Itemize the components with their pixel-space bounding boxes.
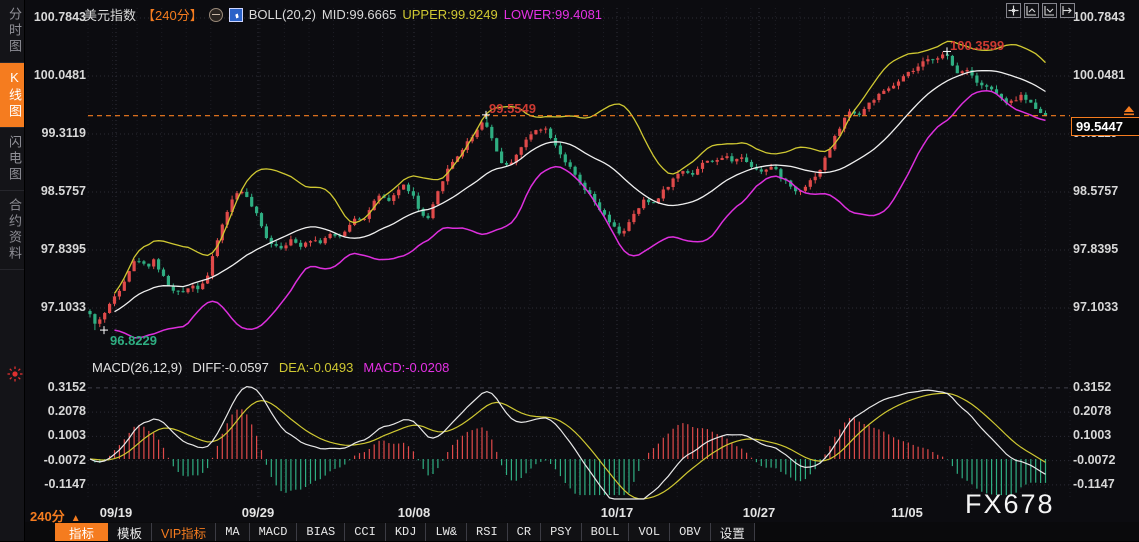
chart-type-icon[interactable] [228, 7, 243, 22]
toolbar-item-lw[interactable]: LW& [426, 523, 468, 541]
trading-app-window: { "header": { "title": "美元指数", "timefram… [0, 0, 1139, 541]
price-axis-label: 100.7843 [33, 10, 86, 24]
macd-macd-value: MACD:-0.0208 [363, 360, 450, 375]
sidebar-item-contract-info[interactable]: 合约资料 [0, 191, 24, 270]
timeframe-label[interactable]: 【240分】 [142, 5, 203, 24]
toolbar-item-cr[interactable]: CR [507, 523, 542, 541]
macd-axis-label: -0.1147 [1073, 476, 1115, 491]
price-axis-label: 100.0481 [33, 67, 86, 82]
macd-axis-label: 0.3152 [47, 379, 86, 394]
toolbar-item-macd[interactable]: MACD [249, 523, 298, 541]
boll-upper-value: UPPER:99.9249 [402, 7, 498, 22]
boll-mid-value: MID:99.6665 [321, 7, 397, 22]
toolbar-item-kdj[interactable]: KDJ [385, 523, 427, 541]
axis-zoom-left-icon[interactable] [1024, 3, 1039, 18]
macd-axis-label: -0.0072 [1073, 452, 1116, 467]
sidebar-item-kline-chart[interactable]: K线图 [0, 63, 24, 128]
macd-axis-label: 0.3152 [1073, 379, 1112, 394]
date-axis-label: 10/08 [397, 505, 431, 520]
price-axis-label: 99.3119 [41, 125, 87, 140]
macd-axis-label: -0.0072 [43, 452, 86, 467]
price-axis-label: 100.0481 [1073, 67, 1126, 82]
price-axis-label: 97.1033 [1073, 299, 1119, 314]
macd-dea-value: DEA:-0.0493 [278, 360, 354, 375]
price-axis-label: 97.1033 [40, 299, 86, 314]
chart-header: 美元指数 【240分】 BOLL(20,2) MID:99.6665 UPPER… [84, 5, 602, 24]
price-axis-label: 97.8395 [1073, 241, 1119, 256]
macd-label: MACD(26,12,9) [92, 360, 183, 375]
restore-view-icon[interactable] [1060, 3, 1075, 18]
sidebar-item-flash-chart[interactable]: 闪电图 [0, 128, 24, 191]
low-price-annotation: 96.8229 [110, 333, 157, 348]
boll-lower-value: LOWER:99.4081 [503, 7, 603, 22]
chart-tools [1006, 3, 1075, 18]
price-axis-label: 100.7843 [1073, 10, 1126, 24]
toolbar-item-settings[interactable]: 设置 [710, 523, 755, 541]
date-axis-label: 09/19 [99, 505, 133, 520]
macd-axis-label: 0.2078 [47, 404, 86, 419]
symbol-title: 美元指数 [84, 8, 137, 23]
indicator-toolbar: 指标 模板 VIP指标 MA MACD BIAS CCI KDJ LW& RSI… [55, 523, 755, 541]
toolbar-item-rsi[interactable]: RSI [467, 523, 508, 541]
macd-header: MACD(26,12,9) DIFF:-0.0597 DEA:-0.0493 M… [92, 360, 449, 375]
toolbar-item-obv[interactable]: OBV [670, 523, 711, 541]
toolbar-item-psy[interactable]: PSY [541, 523, 582, 541]
toolbar-item-boll[interactable]: BOLL [581, 523, 630, 541]
date-axis-label: 11/05 [891, 505, 923, 520]
price-axis-label: 97.8395 [40, 241, 86, 256]
collapse-icon[interactable] [208, 7, 223, 22]
toolbar-item-templates[interactable]: 模板 [108, 523, 153, 541]
timeframe-badge-label: 240分 [30, 509, 65, 524]
sidebar-item-time-chart[interactable]: 分时图 [0, 0, 24, 63]
toolbar-item-indicators[interactable]: 指标 [55, 523, 109, 541]
macd-axis-label: -0.1147 [44, 476, 86, 491]
macd-axis-label: 0.1003 [47, 428, 86, 443]
boll-label: BOLL(20,2) [248, 7, 316, 22]
date-axis-label: 10/27 [742, 505, 776, 520]
price-axis-label: 98.5757 [1073, 183, 1119, 198]
toolbar-item-bias[interactable]: BIAS [297, 523, 346, 541]
swing-high-annotation: 99.5549 [489, 101, 536, 116]
axis-zoom-right-icon[interactable] [1042, 3, 1057, 18]
alert-dot-icon[interactable] [7, 366, 23, 382]
toolbar-item-ma[interactable]: MA [216, 523, 250, 541]
watermark: FX678 [965, 489, 1055, 519]
candlestick-chart[interactable] [0, 0, 1139, 541]
macd-axis-label: 0.2078 [1073, 404, 1112, 419]
macd-diff-value: DIFF:-0.0597 [192, 360, 269, 375]
price-axis-label: 98.5757 [40, 183, 86, 198]
left-sidebar: 分时图 K线图 闪电图 合约资料 [0, 0, 25, 541]
toolbar-item-cci[interactable]: CCI [345, 523, 386, 541]
date-axis-label: 09/29 [241, 505, 275, 520]
pan-icon[interactable] [1006, 3, 1021, 18]
top-price-annotation: 100.3599 [950, 38, 1005, 53]
macd-axis-label: 0.1003 [1073, 428, 1112, 443]
date-axis-label: 10/17 [600, 505, 634, 520]
price-arrow-icon [1121, 105, 1137, 123]
toolbar-item-vip-indicators[interactable]: VIP指标 [152, 523, 217, 541]
toolbar-item-vol[interactable]: VOL [629, 523, 671, 541]
